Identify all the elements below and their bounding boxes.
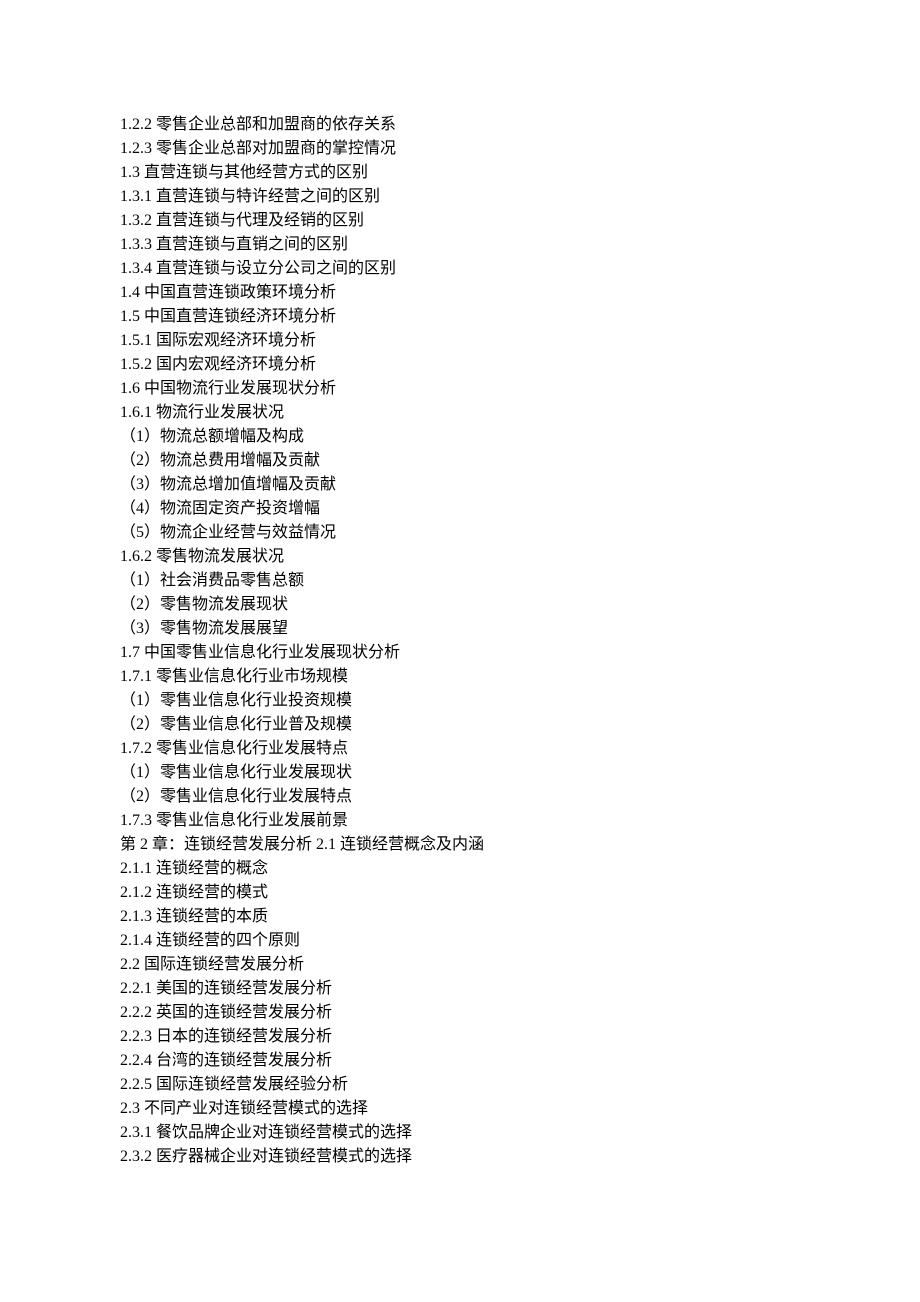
document-page: 1.2.2 零售企业总部和加盟商的依存关系 1.2.3 零售企业总部对加盟商的掌… <box>0 0 920 1269</box>
toc-line: （1）零售业信息化行业投资规模 <box>120 689 800 713</box>
toc-line: 1.3.1 直营连锁与特许经营之间的区别 <box>120 185 800 209</box>
toc-line: （1）物流总额增幅及构成 <box>120 425 800 449</box>
toc-line: 2.1.1 连锁经营的概念 <box>120 857 800 881</box>
toc-line: 1.3 直营连锁与其他经营方式的区别 <box>120 161 800 185</box>
toc-line: 2.2 国际连锁经营发展分析 <box>120 953 800 977</box>
toc-line: 1.2.3 零售企业总部对加盟商的掌控情况 <box>120 137 800 161</box>
toc-line: 1.5.2 国内宏观经济环境分析 <box>120 353 800 377</box>
toc-line: 1.3.4 直营连锁与设立分公司之间的区别 <box>120 257 800 281</box>
toc-line: 2.2.5 国际连锁经营发展经验分析 <box>120 1073 800 1097</box>
toc-line: 2.2.4 台湾的连锁经营发展分析 <box>120 1049 800 1073</box>
toc-line: 2.2.1 美国的连锁经营发展分析 <box>120 977 800 1001</box>
toc-line: 1.3.3 直营连锁与直销之间的区别 <box>120 233 800 257</box>
toc-line: （5）物流企业经营与效益情况 <box>120 521 800 545</box>
toc-line: 1.5 中国直营连锁经济环境分析 <box>120 305 800 329</box>
toc-line: 2.3.2 医疗器械企业对连锁经营模式的选择 <box>120 1145 800 1169</box>
toc-line: 2.3.1 餐饮品牌企业对连锁经营模式的选择 <box>120 1121 800 1145</box>
toc-line: （1）社会消费品零售总额 <box>120 569 800 593</box>
toc-line: 2.3 不同产业对连锁经营模式的选择 <box>120 1097 800 1121</box>
toc-line: 1.7.3 零售业信息化行业发展前景 <box>120 809 800 833</box>
toc-line: 1.6.1 物流行业发展状况 <box>120 401 800 425</box>
toc-line: （3）物流总增加值增幅及贡献 <box>120 473 800 497</box>
toc-line: （1）零售业信息化行业发展现状 <box>120 761 800 785</box>
toc-line: 1.5.1 国际宏观经济环境分析 <box>120 329 800 353</box>
toc-line: （3）零售物流发展展望 <box>120 617 800 641</box>
toc-line: （2）零售物流发展现状 <box>120 593 800 617</box>
toc-line: 1.7.1 零售业信息化行业市场规模 <box>120 665 800 689</box>
toc-line: 2.2.2 英国的连锁经营发展分析 <box>120 1001 800 1025</box>
toc-line: 1.2.2 零售企业总部和加盟商的依存关系 <box>120 113 800 137</box>
toc-line: （2）物流总费用增幅及贡献 <box>120 449 800 473</box>
toc-line: 2.1.4 连锁经营的四个原则 <box>120 929 800 953</box>
toc-line: 2.2.3 日本的连锁经营发展分析 <box>120 1025 800 1049</box>
toc-line: （2）零售业信息化行业发展特点 <box>120 785 800 809</box>
toc-line: 第 2 章：连锁经营发展分析 2.1 连锁经营概念及内涵 <box>120 833 800 857</box>
toc-line: 1.7.2 零售业信息化行业发展特点 <box>120 737 800 761</box>
toc-line: 2.1.3 连锁经营的本质 <box>120 905 800 929</box>
toc-line: （2）零售业信息化行业普及规模 <box>120 713 800 737</box>
toc-line: 2.1.2 连锁经营的模式 <box>120 881 800 905</box>
toc-line: 1.6.2 零售物流发展状况 <box>120 545 800 569</box>
toc-line: 1.4 中国直营连锁政策环境分析 <box>120 281 800 305</box>
toc-line: （4）物流固定资产投资增幅 <box>120 497 800 521</box>
toc-line: 1.3.2 直营连锁与代理及经销的区别 <box>120 209 800 233</box>
toc-line: 1.6 中国物流行业发展现状分析 <box>120 377 800 401</box>
toc-line: 1.7 中国零售业信息化行业发展现状分析 <box>120 641 800 665</box>
